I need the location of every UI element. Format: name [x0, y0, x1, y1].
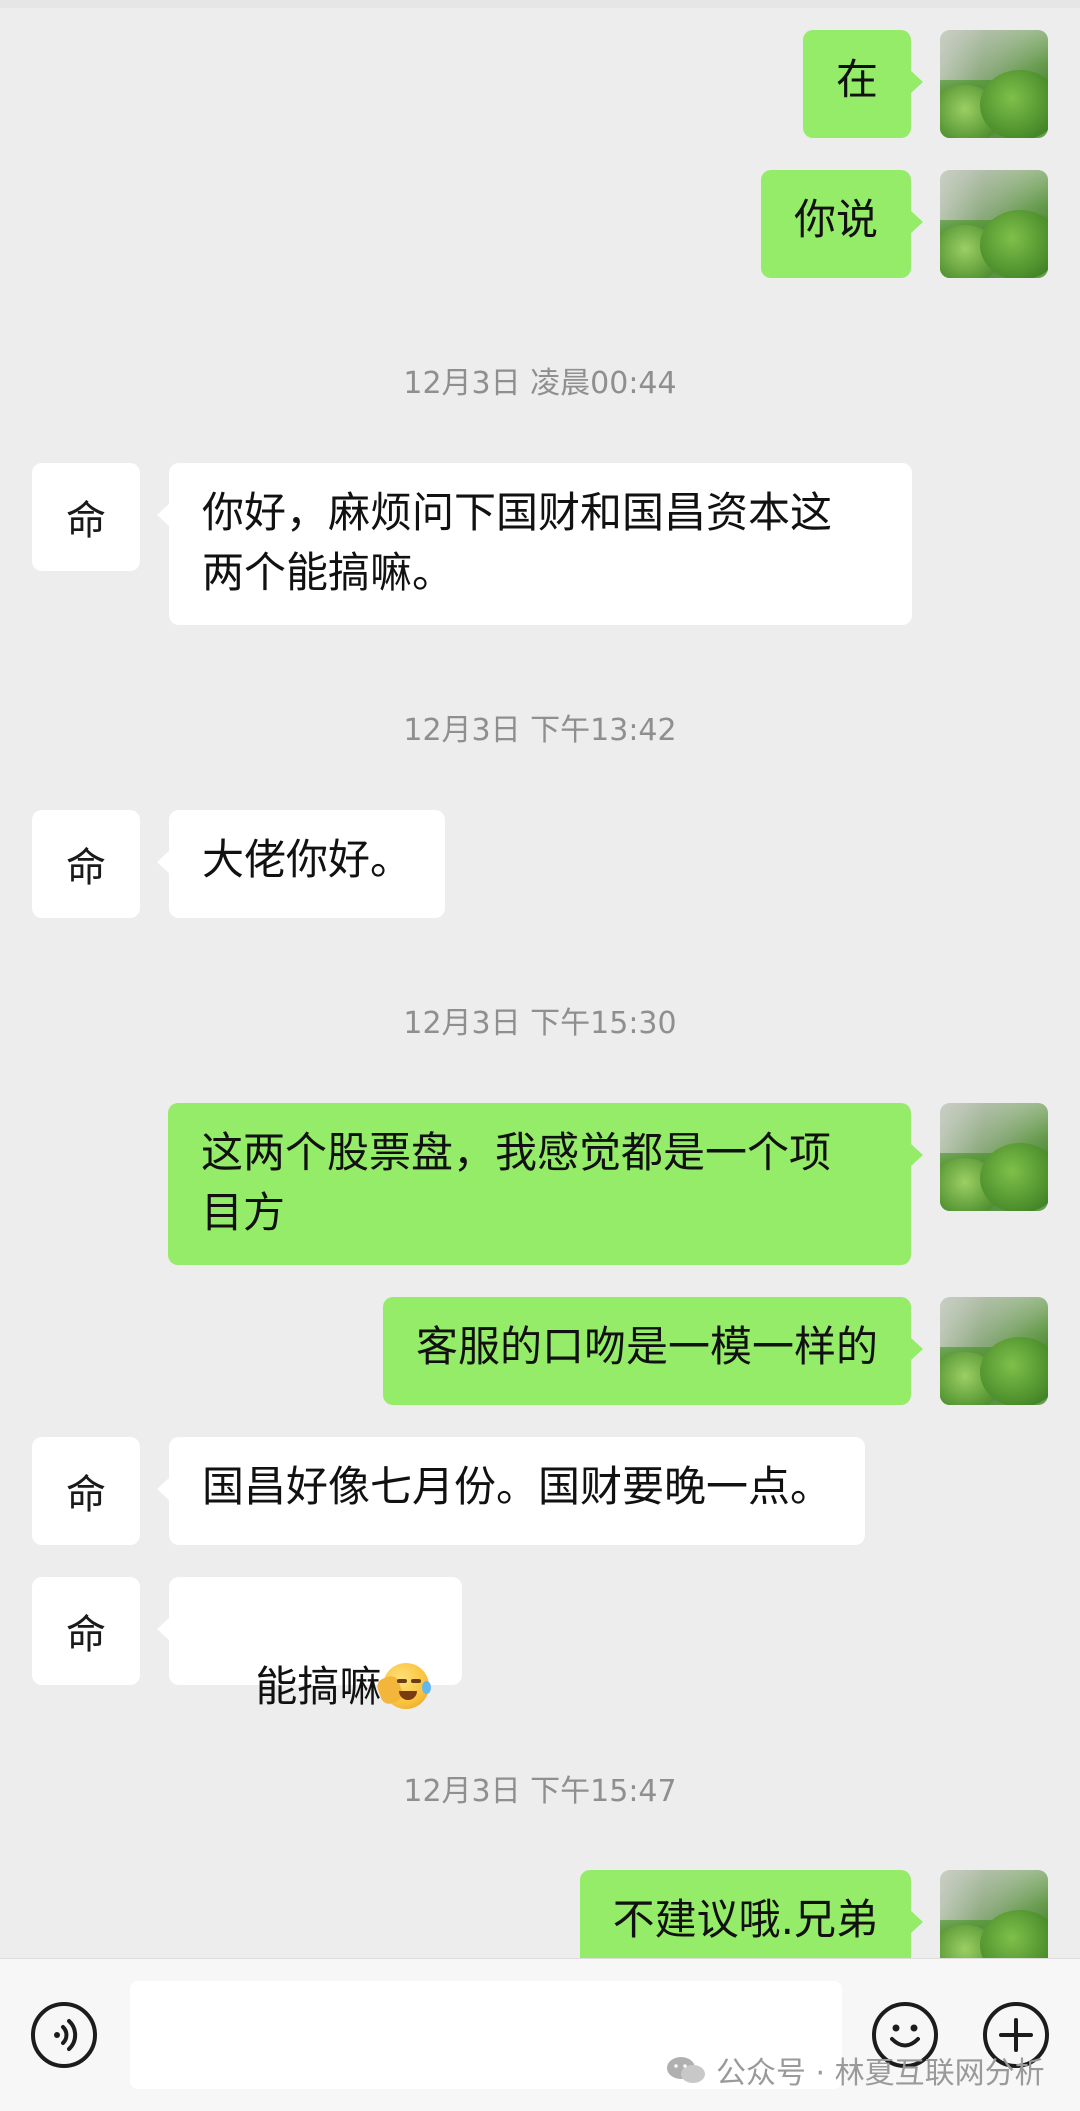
- self-avatar[interactable]: [940, 1870, 1048, 1958]
- message-bubble-other[interactable]: 大佬你好。: [156, 810, 446, 918]
- message-bubble-self[interactable]: 不建议哦.兄弟: [579, 1870, 924, 1958]
- message-bubble-self[interactable]: 这两个股票盘，我感觉都是一个项 目方: [168, 1103, 923, 1265]
- contact-avatar-glyph: 命: [66, 1472, 106, 1518]
- wechat-official-account-icon: [666, 2055, 706, 2085]
- contact-avatar[interactable]: 命: [32, 463, 140, 571]
- contact-avatar-glyph: 命: [66, 1612, 106, 1658]
- self-avatar[interactable]: [940, 1297, 1048, 1405]
- chat-message-list[interactable]: 在 你说 12月3日 凌晨00:44 命 你好，麻烦问下国财和国昌资本这 两个能…: [0, 0, 1080, 1958]
- contact-avatar[interactable]: 命: [32, 1437, 140, 1545]
- message-bubble-self[interactable]: 在: [802, 30, 924, 138]
- message-bubble-other[interactable]: 你好，麻烦问下国财和国昌资本这 两个能搞嘛。: [157, 463, 912, 625]
- voice-icon[interactable]: [31, 2002, 97, 2068]
- self-avatar[interactable]: [940, 170, 1048, 278]
- self-avatar[interactable]: [940, 30, 1048, 138]
- message-text: 能搞嘛: [255, 1662, 382, 1711]
- watermark-text: 公众号 · 林夏互联网分析: [716, 2056, 1045, 2091]
- self-avatar[interactable]: [940, 1103, 1048, 1211]
- message-timestamp: 12月3日 下午13:42: [403, 713, 677, 748]
- watermark: 公众号 · 林夏互联网分析: [666, 2048, 1045, 2092]
- contact-avatar-glyph: 命: [66, 498, 106, 544]
- message-timestamp: 12月3日 下午15:47: [403, 1774, 677, 1809]
- contact-avatar[interactable]: 命: [32, 1577, 140, 1685]
- message-bubble-self[interactable]: 你说: [760, 170, 924, 278]
- message-timestamp: 12月3日 下午15:30: [403, 1006, 677, 1041]
- message-bubble-other[interactable]: 能搞嘛: [156, 1577, 463, 1711]
- message-timestamp: 12月3日 凌晨00:44: [403, 366, 677, 401]
- face-holding-back-tears-emoji: [375, 1663, 432, 1709]
- message-bubble-other[interactable]: 国昌好像七月份。国财要晚一点。: [156, 1437, 866, 1545]
- contact-avatar-glyph: 命: [66, 845, 106, 891]
- contact-avatar[interactable]: 命: [32, 810, 140, 918]
- message-bubble-self[interactable]: 客服的口吻是一模一样的: [382, 1297, 924, 1405]
